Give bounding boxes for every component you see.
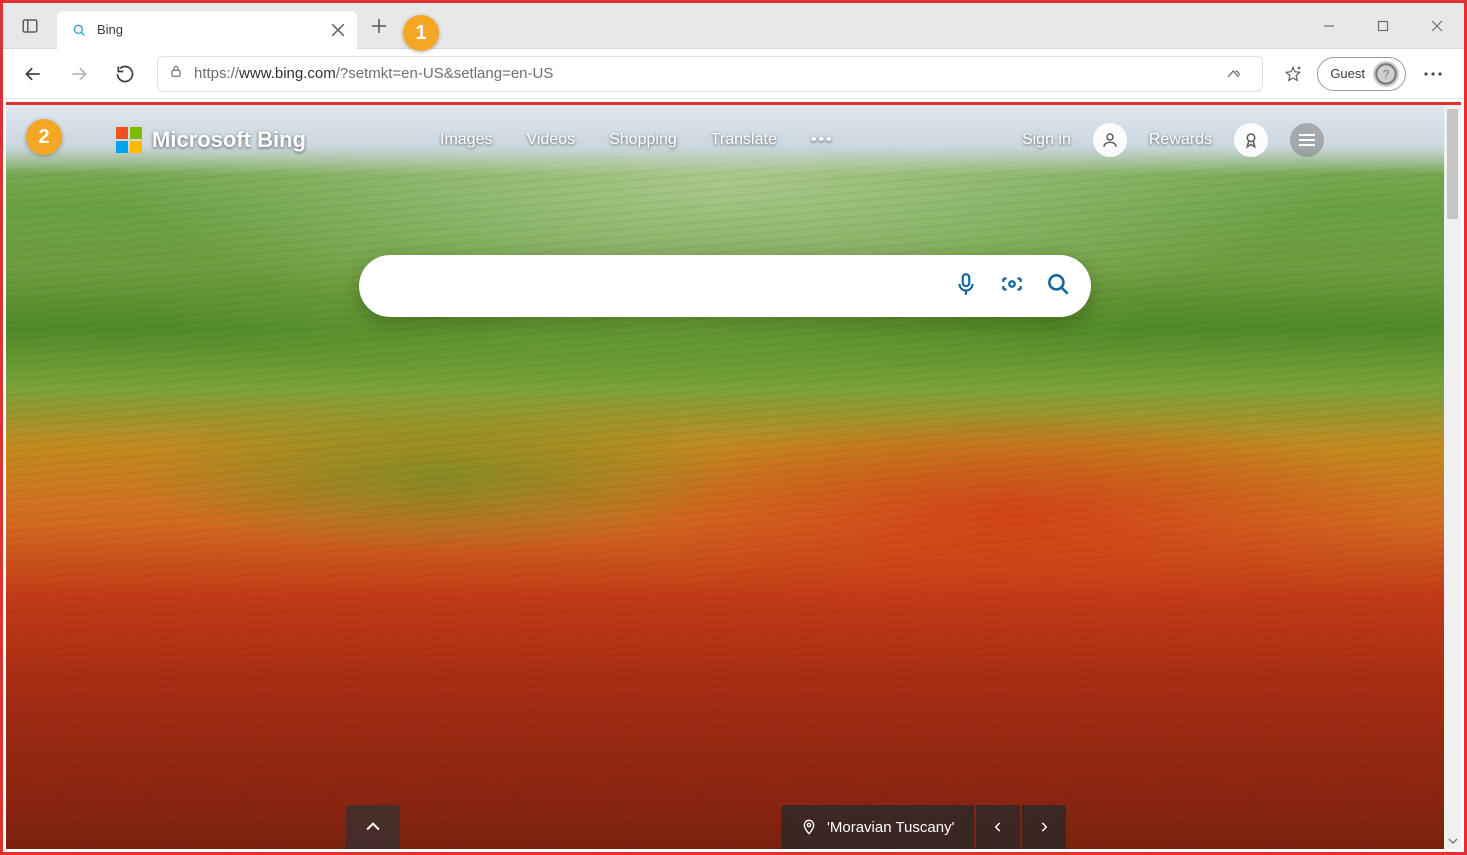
bing-logo[interactable]: Microsoft Bing [116,127,306,153]
site-info-lock-icon[interactable] [168,63,184,84]
window-maximize-button[interactable] [1356,3,1410,49]
favorites-button[interactable] [1275,56,1311,92]
image-location-chip[interactable]: 'Moravian Tuscany' [781,805,974,849]
nav-more[interactable]: ••• [811,131,834,149]
nav-shopping[interactable]: Shopping [609,131,677,149]
profile-avatar-icon: ? [1373,61,1399,87]
window-close-button[interactable] [1410,3,1464,49]
browser-toolbar: https://www.bing.com/?setmkt=en-US&setla… [3,49,1464,99]
bing-header: Microsoft Bing Images Videos Shopping Tr… [116,119,1324,161]
scrollbar-down-arrow-icon[interactable] [1444,832,1461,849]
signin-link[interactable]: Sign in [1022,131,1071,149]
background-image [6,105,1444,849]
tab-close-button[interactable] [331,23,345,37]
url-host: www.bing.com [239,65,336,82]
page-scrollbar[interactable] [1444,105,1461,849]
image-search-icon[interactable] [999,271,1025,302]
nav-images[interactable]: Images [440,131,492,149]
search-input[interactable] [387,276,953,297]
scrollbar-thumb[interactable] [1447,109,1458,219]
expand-feed-button[interactable] [346,805,400,849]
nav-back-button[interactable] [13,54,53,94]
nav-refresh-button[interactable] [105,54,145,94]
url-path: /?setmkt=en-US&setlang=en-US [336,65,554,82]
image-next-button[interactable] [1022,805,1066,849]
svg-text:?: ? [1383,67,1390,81]
page-viewport: 2 Microsoft Bing Images Videos Shopping … [6,102,1461,849]
nav-forward-button[interactable] [59,54,99,94]
tab-title: Bing [97,22,321,37]
tab-strip: Bing 1 [3,3,1464,49]
bing-favicon-icon [71,22,87,38]
voice-search-icon[interactable] [953,271,979,302]
profile-label: Guest [1330,66,1365,81]
address-bar[interactable]: https://www.bing.com/?setmkt=en-US&setla… [157,56,1263,92]
tab-actions-button[interactable] [3,17,57,35]
image-prev-button[interactable] [976,805,1020,849]
url-scheme: https:// [194,65,239,82]
search-box[interactable] [359,255,1091,317]
search-submit-icon[interactable] [1045,271,1071,302]
image-info-bar: 'Moravian Tuscany' [781,805,1066,849]
image-location-text: 'Moravian Tuscany' [827,819,954,836]
annotation-1: 1 [403,15,439,51]
read-aloud-icon[interactable] [1216,56,1252,92]
rewards-link[interactable]: Rewards [1149,131,1212,149]
rewards-medal-icon[interactable] [1234,123,1268,157]
settings-more-button[interactable] [1412,53,1454,95]
hamburger-menu-button[interactable] [1290,123,1324,157]
new-tab-button[interactable] [363,10,395,42]
window-controls [1302,3,1464,49]
window-minimize-button[interactable] [1302,3,1356,49]
bing-nav: Images Videos Shopping Translate ••• [440,131,834,149]
signin-avatar-icon[interactable] [1093,123,1127,157]
profile-guest-pill[interactable]: Guest ? [1317,57,1406,91]
address-url: https://www.bing.com/?setmkt=en-US&setla… [194,65,1206,82]
browser-tab[interactable]: Bing [57,11,357,49]
nav-translate[interactable]: Translate [711,131,777,149]
microsoft-logo-icon [116,127,142,153]
bing-logo-text: Microsoft Bing [152,127,306,153]
annotation-2: 2 [26,119,62,155]
nav-videos[interactable]: Videos [526,131,575,149]
